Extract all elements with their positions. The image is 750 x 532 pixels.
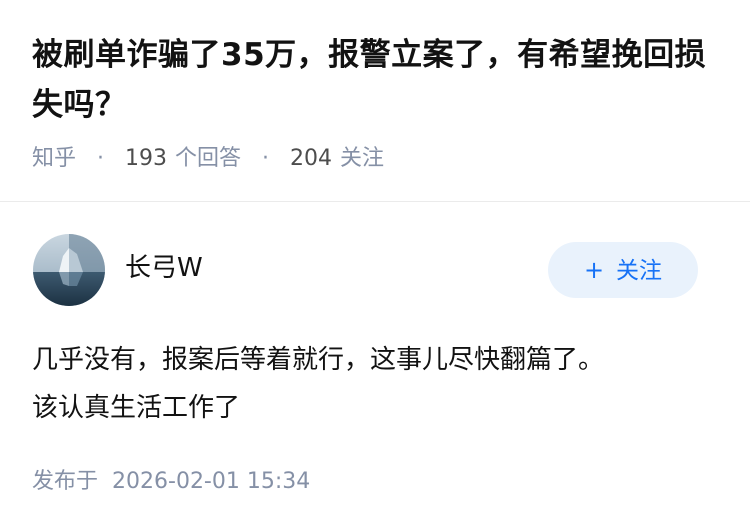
follow-count-label: 关注: [340, 146, 385, 171]
answer-count-link[interactable]: 193 个回答: [125, 146, 248, 171]
follow-count-link[interactable]: 204 关注: [290, 146, 384, 171]
question-meta: 知乎 · 193 个回答 · 204 关注: [32, 143, 384, 175]
plus-icon: +: [583, 256, 605, 284]
publish-time: 2026-02-01 15:34: [112, 469, 311, 494]
separator-dot: ·: [262, 146, 270, 171]
answer-content[interactable]: 几乎没有，报案后等着就行，这事儿尽快翻篇了。 该认真生活工作了: [32, 336, 722, 432]
answer-paragraph: 几乎没有，报案后等着就行，这事儿尽快翻篇了。: [32, 345, 605, 375]
follow-count: 204: [290, 146, 333, 171]
zhihu-answer-page: 被刷单诈骗了35万，报警立案了，有希望挽回损失吗？ 知乎 · 193 个回答 · …: [0, 0, 750, 532]
follow-button[interactable]: + 关注: [548, 242, 698, 298]
separator-dot: ·: [97, 146, 105, 171]
answer-count-label: 个回答: [175, 146, 242, 171]
publish-info: 发布于 2026-02-01 15:34: [32, 466, 310, 498]
divider: [0, 201, 750, 202]
publish-label: 发布于: [32, 469, 99, 494]
avatar-image: [33, 234, 105, 306]
answer-paragraph: 该认真生活工作了: [32, 393, 241, 423]
author-name[interactable]: 长弓W: [125, 250, 203, 286]
source-label[interactable]: 知乎: [32, 146, 76, 171]
answer-count: 193: [125, 146, 168, 171]
follow-button-label: 关注: [616, 258, 663, 284]
avatar[interactable]: [33, 234, 105, 306]
question-title[interactable]: 被刷单诈骗了35万，报警立案了，有希望挽回损失吗？: [32, 30, 712, 130]
